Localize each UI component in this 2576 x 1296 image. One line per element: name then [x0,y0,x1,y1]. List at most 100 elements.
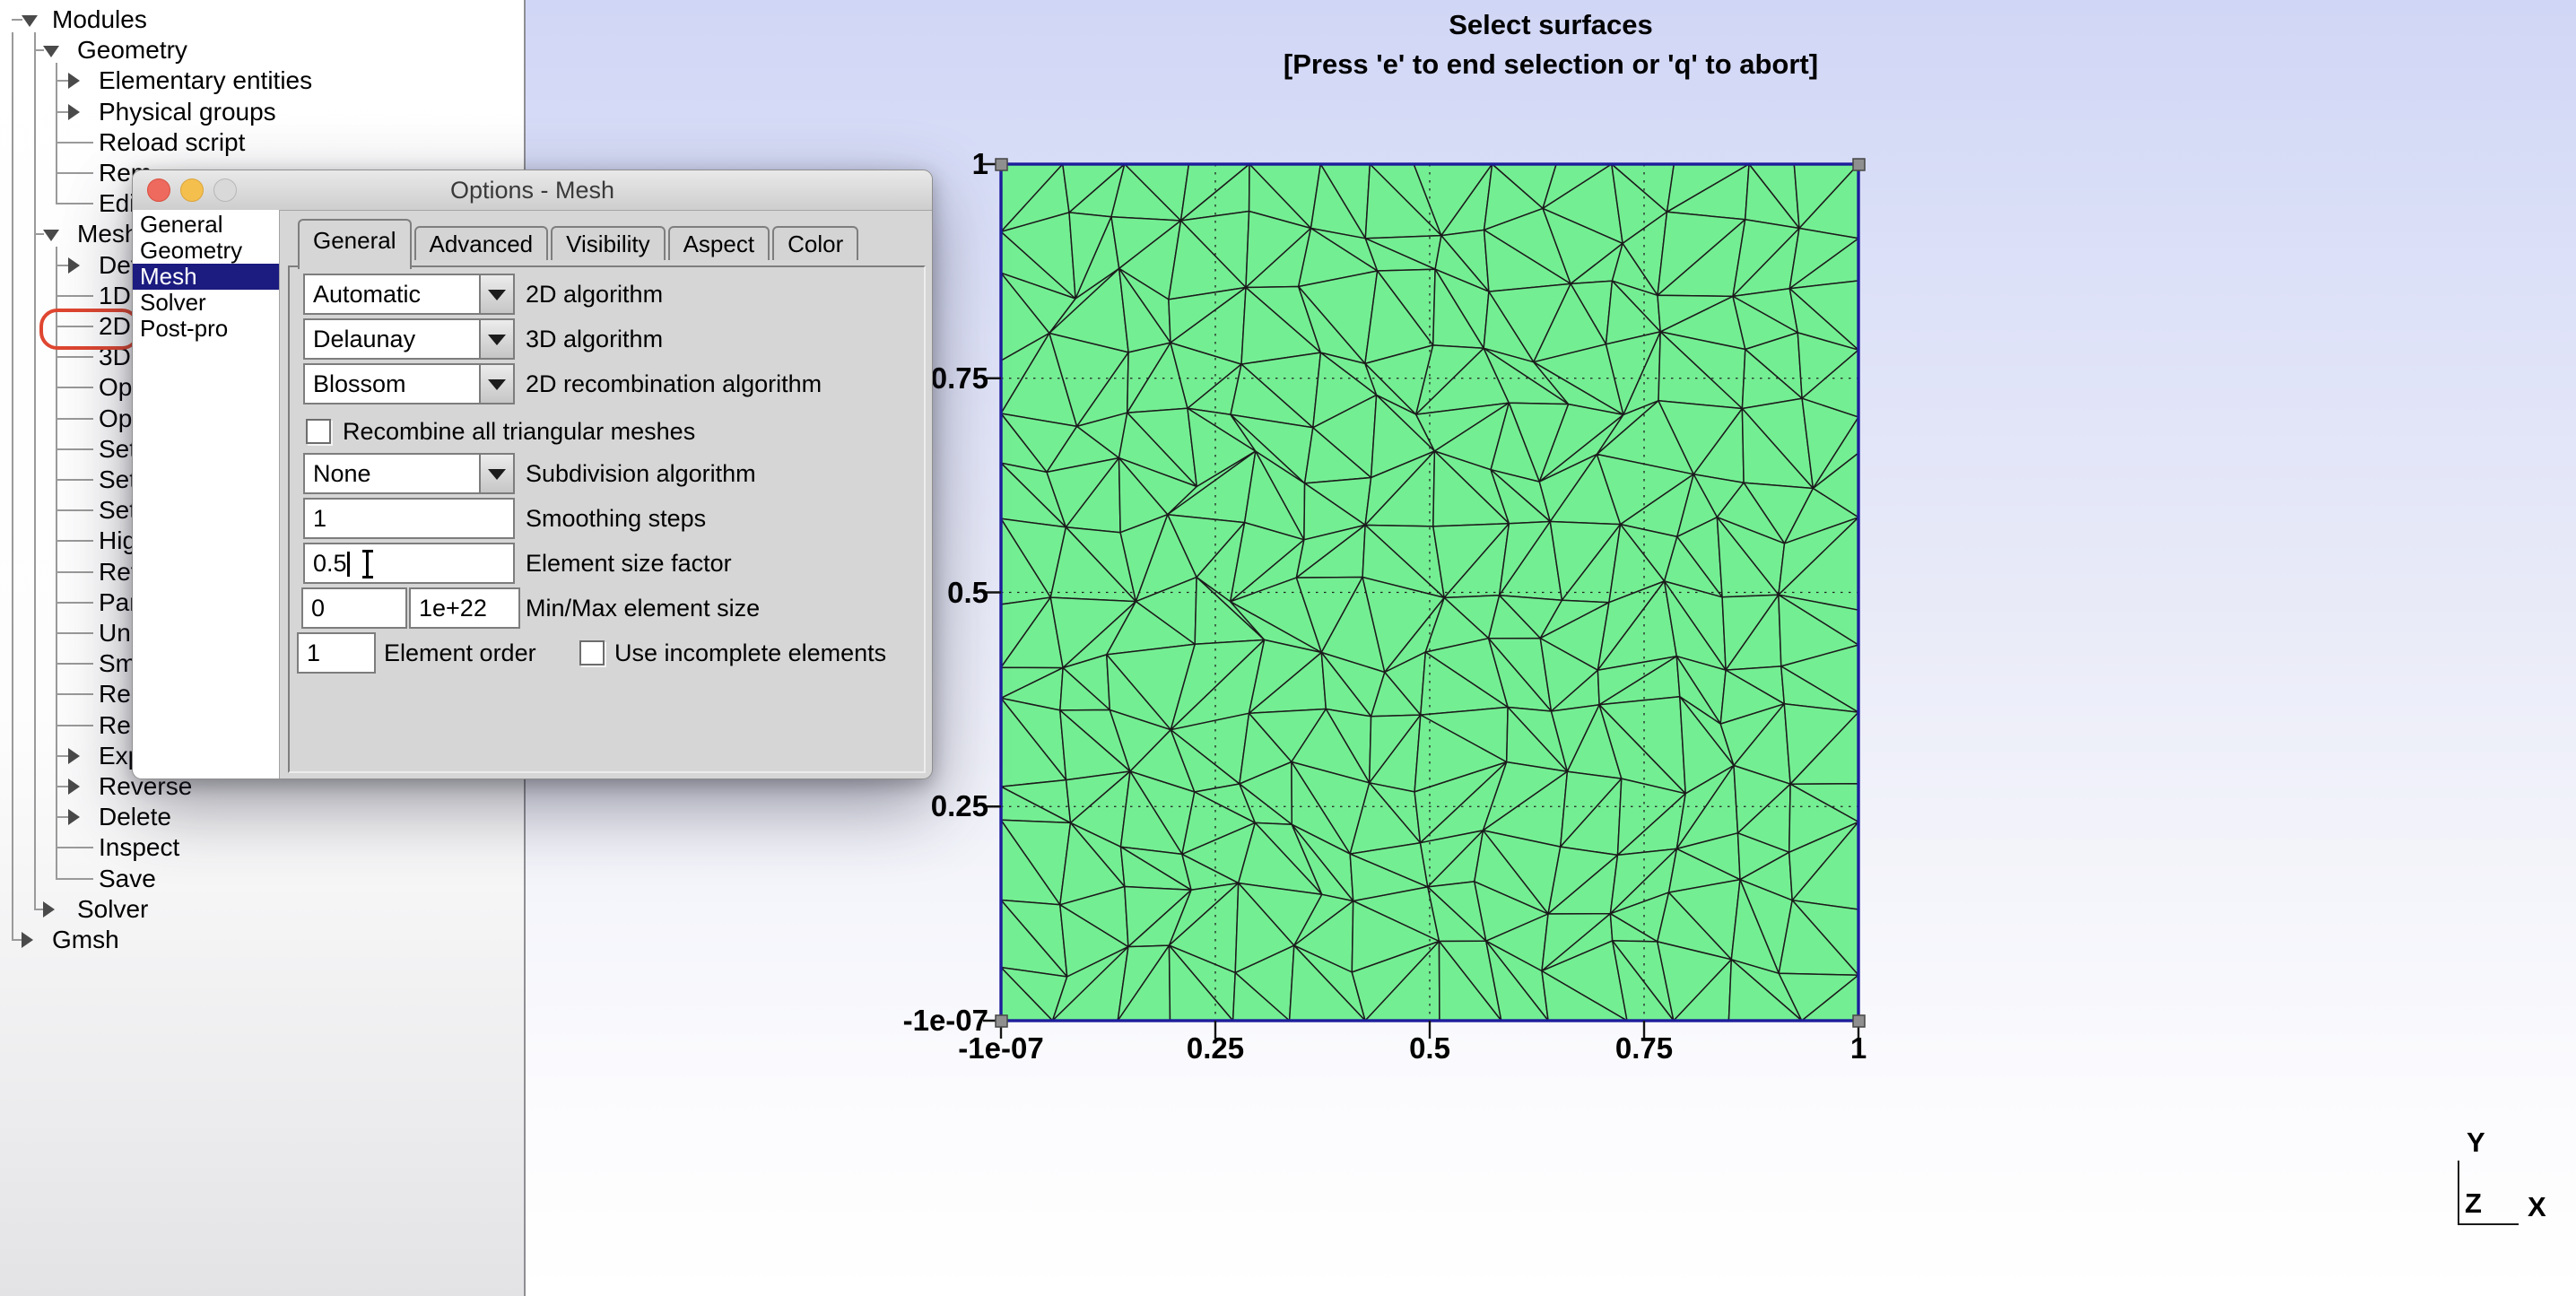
axis-triad: Y Z X [2445,1126,2571,1234]
tree-item-save[interactable]: Save [0,864,524,894]
tree-connector [56,448,93,450]
options-dialog: Options - Mesh GeneralGeometryMeshSolver… [132,170,933,779]
collapse-arrow-icon[interactable] [68,778,80,795]
tree-item-elementary-entities[interactable]: Elementary entities [0,65,524,96]
dropdown-value: Blossom [305,365,406,403]
tree-item-label: Solver [77,894,148,925]
mesh-surface[interactable] [974,155,1876,1052]
tree-item-label: Elementary entities [99,65,312,96]
field-label-subdivision-algorithm: Subdivision algorithm [526,453,756,494]
tree-connector [56,142,93,144]
input-element-order[interactable]: 1 [297,632,376,674]
input-max-element-size[interactable]: 1e+22 [409,587,520,629]
tree-item-label: Geometry [77,35,187,65]
input-value: 0.5 [305,544,347,582]
checkbox-use-incomplete-elements[interactable] [579,640,605,665]
field-label-element-size-factor: Element size factor [526,543,732,584]
annotation-ellipse-2d [39,309,140,350]
category-item-post-pro[interactable]: Post-pro [133,316,279,342]
tree-item-inspect[interactable]: Inspect [0,832,524,863]
tree-item-label: Hig [99,526,136,556]
tab-visibility[interactable]: Visibility [551,226,665,260]
tree-connector [56,387,93,388]
tree-item-label: Edi [99,188,135,219]
x-axis-tick-label: 1 [1769,1031,1948,1066]
collapse-arrow-icon[interactable] [68,809,80,825]
chevron-down-icon [488,379,506,390]
tree-item-physical-groups[interactable]: Physical groups [0,97,524,127]
text-caret [347,552,350,577]
tree-item-label: Gmsh [52,925,119,955]
tree-item-geometry[interactable]: Geometry [0,35,524,65]
dialog-title: Options - Mesh [133,170,932,210]
tree-connector [56,571,93,573]
expand-arrow-icon[interactable] [43,230,59,241]
collapse-arrow-icon[interactable] [22,932,33,948]
dropdown-subdivision-algorithm[interactable]: None [303,453,515,494]
tab-general[interactable]: General [298,219,412,269]
dropdown-arrow-button[interactable] [479,365,513,403]
collapse-arrow-icon[interactable] [68,104,80,120]
zoom-button[interactable] [213,178,237,202]
field-label-use-incomplete-elements: Use incomplete elements [614,632,886,674]
category-item-solver[interactable]: Solver [133,290,279,316]
tree-item-delete[interactable]: Delete [0,802,524,832]
tree-item-label: Inspect [99,832,179,863]
tree-item-label: 1D [99,281,131,311]
input-value: 0 [303,589,325,627]
dropdown-2d-algorithm[interactable]: Automatic [303,274,515,315]
selection-hint-line1: Select surfaces [526,5,2576,45]
dialog-titlebar[interactable]: Options - Mesh [133,170,932,211]
tree-item-label: Set [99,495,136,526]
input-min-element-size[interactable]: 0 [301,587,407,629]
tree-item-modules[interactable]: Modules [0,4,524,35]
field-label-recombine-all-triangular-meshes: Recombine all triangular meshes [343,411,695,452]
x-axis-tick-label: 0.5 [1340,1031,1519,1066]
tab-advanced[interactable]: Advanced [414,226,549,260]
tree-connector [56,295,93,297]
selection-hint: Select surfaces [Press 'e' to end select… [526,5,2576,84]
input-element-size-factor[interactable]: 0.5 [303,543,515,584]
tree-item-reload-script[interactable]: Reload script [0,127,524,158]
category-item-general[interactable]: General [133,212,279,238]
field-label-2d-algorithm: 2D algorithm [526,274,663,315]
dropdown-arrow-button[interactable] [479,275,513,313]
tree-item-label: Modules [52,4,147,35]
tree-item-label: Delete [99,802,171,832]
checkbox-recombine-all-triangular-meshes[interactable] [306,419,331,444]
collapse-arrow-icon[interactable] [68,748,80,764]
tree-connector [56,847,93,848]
dropdown-arrow-button[interactable] [479,320,513,358]
collapse-arrow-icon[interactable] [68,257,80,274]
collapse-arrow-icon[interactable] [68,73,80,89]
triad-x-axis-line [2458,1223,2519,1225]
input-smoothing-steps[interactable]: 1 [303,498,515,539]
tree-connector [56,265,68,266]
minimize-button[interactable] [180,178,204,202]
input-value: 1 [299,634,320,672]
tree-item-gmsh[interactable]: Gmsh [0,925,524,955]
tree-item-label: Physical groups [99,97,276,127]
tab-aspect[interactable]: Aspect [668,226,770,260]
collapse-arrow-icon[interactable] [43,901,55,918]
selection-hint-line2: [Press 'e' to end selection or 'q' to ab… [526,45,2576,84]
tab-color[interactable]: Color [772,226,858,260]
dropdown-3d-algorithm[interactable]: Delaunay [303,318,515,360]
tree-connector [56,172,93,174]
category-item-geometry[interactable]: Geometry [133,238,279,264]
dropdown-arrow-button[interactable] [479,455,513,492]
tree-item-solver[interactable]: Solver [0,894,524,925]
expand-arrow-icon[interactable] [22,15,38,27]
tree-connector [56,878,93,880]
tree-rail [12,32,13,940]
field-label-3d-algorithm: 3D algorithm [526,318,663,360]
dropdown-2d-recombination-algorithm[interactable]: Blossom [303,363,515,404]
gmsh-window: Select surfaces [Press 'e' to end select… [0,0,2576,1296]
chevron-down-icon [488,469,506,480]
y-axis-tick-label: -1e-07 [857,1004,988,1038]
dropdown-value: Automatic [305,275,421,313]
chevron-down-icon [488,290,506,300]
close-button[interactable] [147,178,170,202]
category-item-mesh[interactable]: Mesh [133,264,279,290]
expand-arrow-icon[interactable] [43,46,59,57]
